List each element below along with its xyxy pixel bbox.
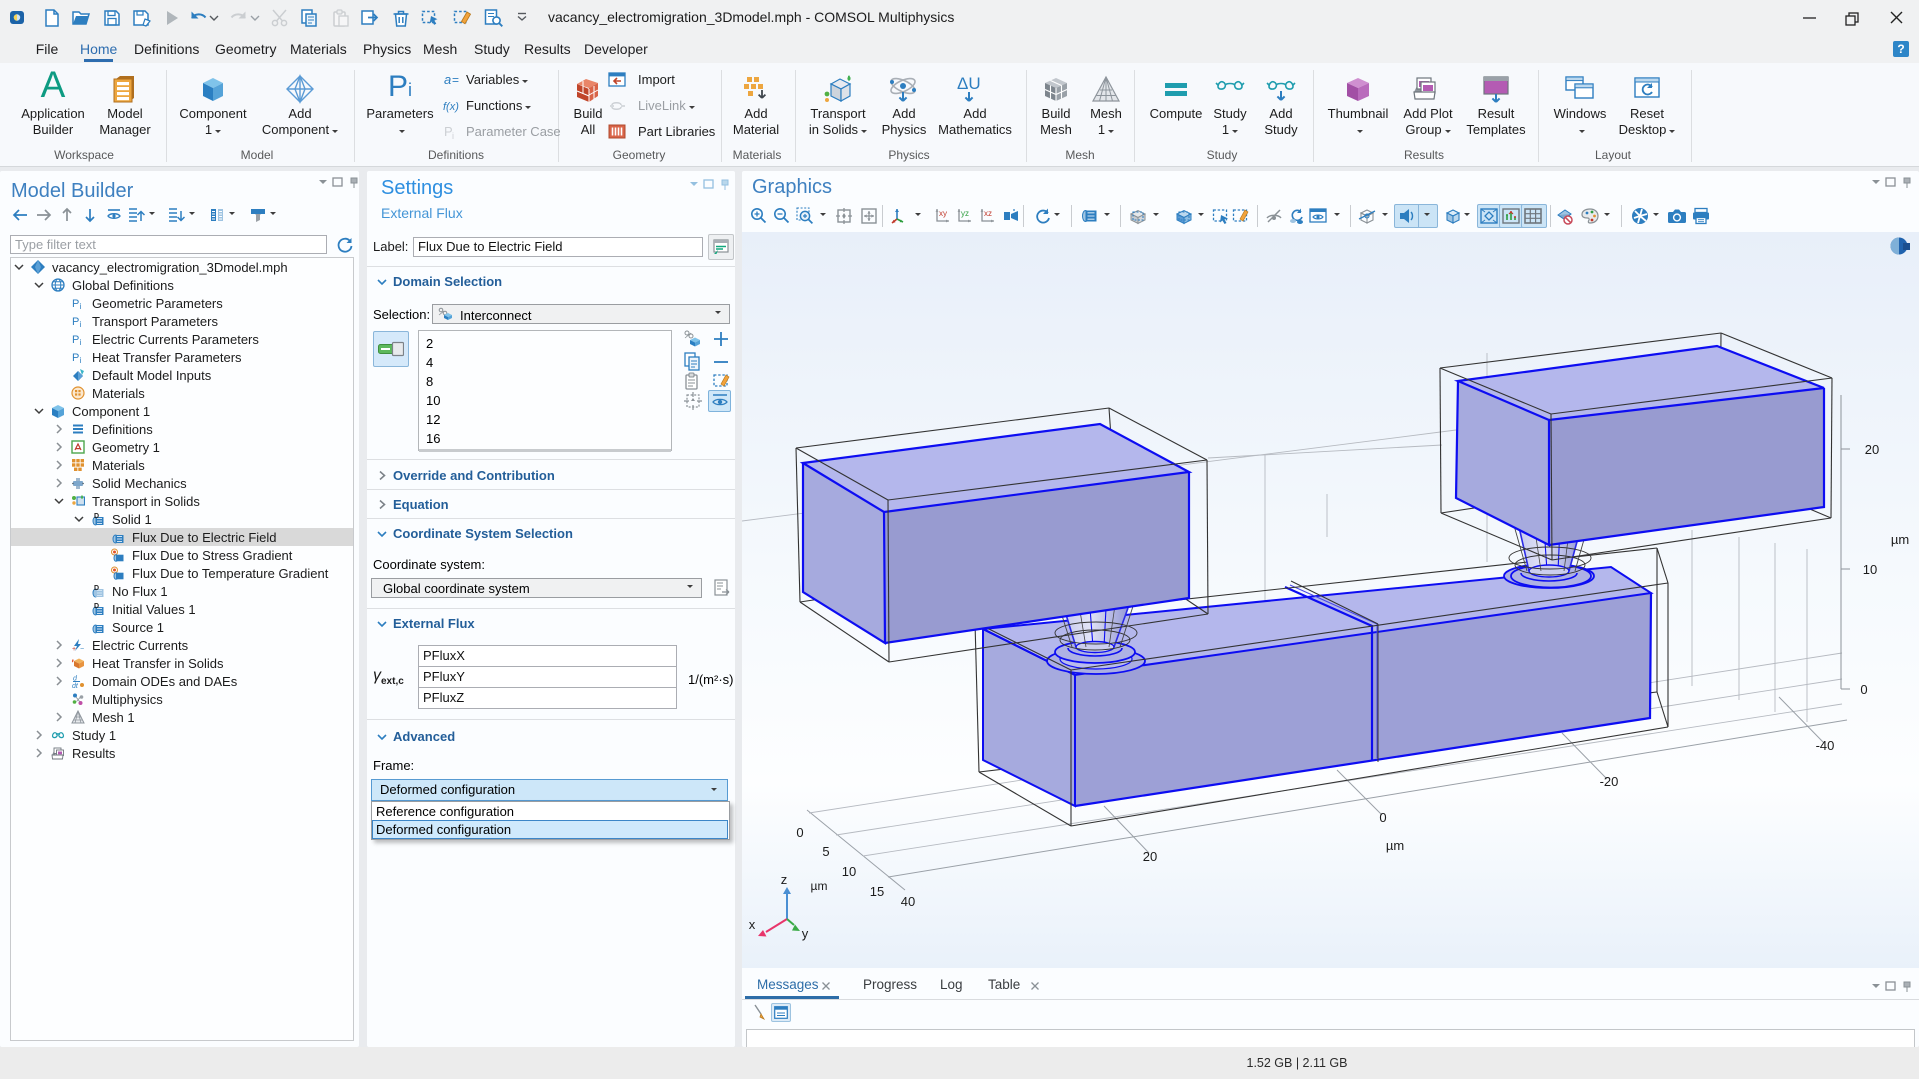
svg-text:10: 10 bbox=[1863, 562, 1877, 577]
svg-text:i: i bbox=[80, 356, 82, 364]
svg-text:x: x bbox=[749, 917, 756, 932]
svg-text:z: z bbox=[781, 872, 788, 887]
svg-text:µm: µm bbox=[811, 879, 828, 893]
svg-text:0: 0 bbox=[1379, 810, 1386, 825]
svg-text:D: D bbox=[94, 585, 99, 592]
svg-text:P: P bbox=[72, 334, 79, 346]
svg-text:µm: µm bbox=[1891, 532, 1909, 547]
svg-text:20: 20 bbox=[1143, 849, 1157, 864]
svg-text:=: = bbox=[452, 73, 459, 87]
svg-text:ΔU: ΔU bbox=[957, 74, 981, 93]
svg-text:i: i bbox=[452, 131, 454, 141]
svg-text:P: P bbox=[72, 316, 79, 328]
svg-text:20: 20 bbox=[1865, 442, 1879, 457]
svg-text:xz: xz bbox=[984, 209, 992, 218]
svg-text:y: y bbox=[802, 926, 809, 941]
svg-text:dt: dt bbox=[72, 683, 79, 688]
svg-text:-20: -20 bbox=[1600, 774, 1619, 789]
svg-text:+: + bbox=[72, 646, 76, 652]
svg-text:µm: µm bbox=[1386, 838, 1404, 853]
svg-text:0: 0 bbox=[796, 825, 803, 840]
svg-text:0: 0 bbox=[1860, 682, 1867, 697]
svg-text:40: 40 bbox=[901, 894, 915, 909]
svg-text:yz: yz bbox=[961, 209, 969, 218]
svg-text:D: D bbox=[94, 513, 99, 520]
svg-text:-40: -40 bbox=[1816, 738, 1835, 753]
svg-text:i: i bbox=[80, 302, 82, 310]
svg-text:f(x): f(x) bbox=[443, 101, 459, 113]
svg-text:10: 10 bbox=[842, 864, 856, 879]
svg-text:P: P bbox=[72, 352, 79, 364]
svg-text:xy: xy bbox=[939, 209, 947, 218]
svg-text:a: a bbox=[444, 72, 451, 87]
svg-text:5: 5 bbox=[822, 844, 829, 859]
svg-text:15: 15 bbox=[870, 884, 884, 899]
svg-text:−: − bbox=[80, 646, 84, 652]
svg-text:P: P bbox=[72, 298, 79, 310]
svg-text:i: i bbox=[80, 320, 82, 328]
svg-text:D: D bbox=[94, 603, 99, 610]
svg-text:i: i bbox=[80, 338, 82, 346]
